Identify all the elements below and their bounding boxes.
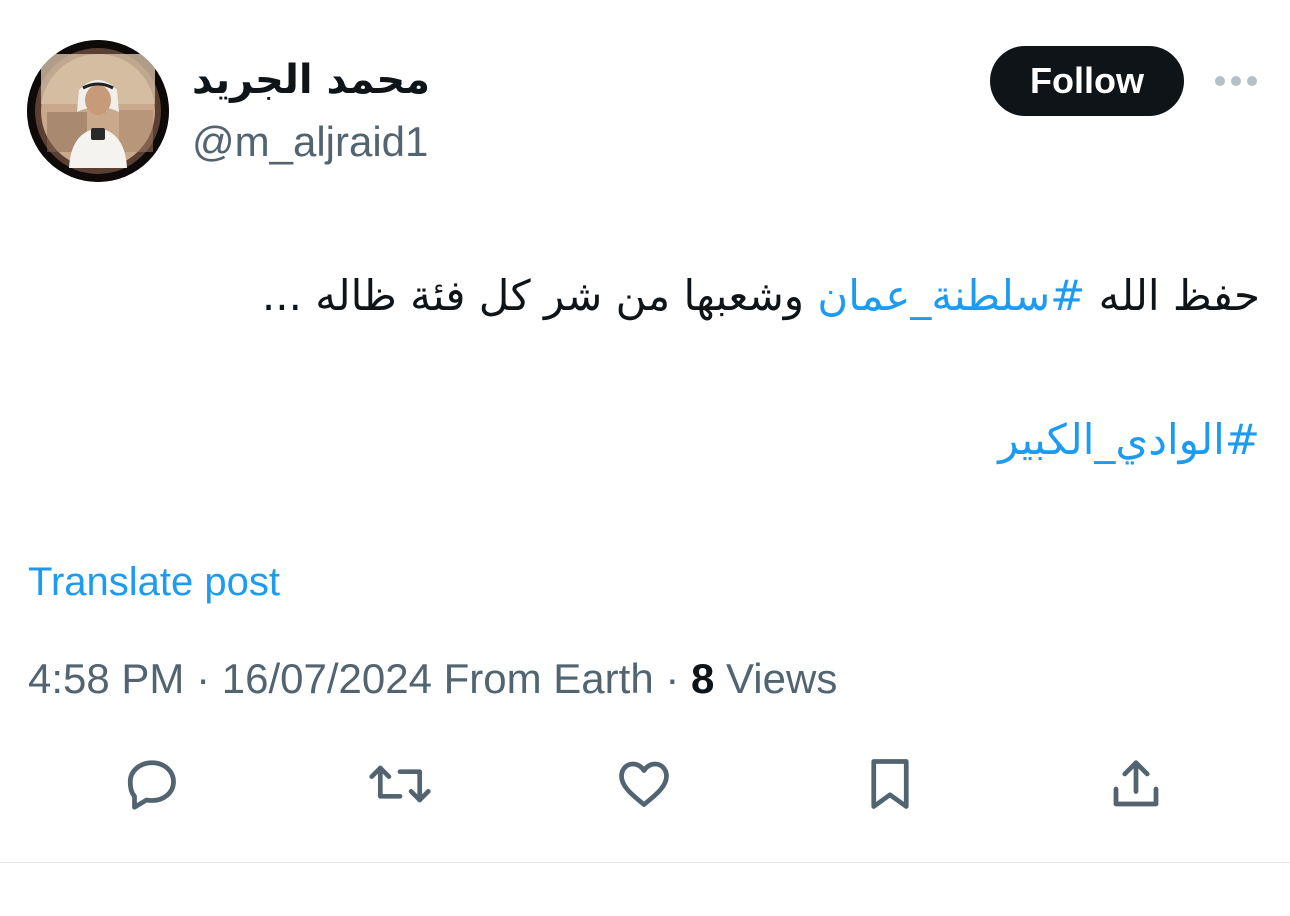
post-date[interactable]: 16/07/2024 xyxy=(222,655,432,702)
repost-icon[interactable] xyxy=(368,754,431,814)
like-icon[interactable] xyxy=(614,754,674,814)
share-icon[interactable] xyxy=(1106,754,1166,814)
post-text-segment: وشعبها من شر كل فئة ظاله ... xyxy=(261,271,818,320)
hashtag-link[interactable]: #سلطنة_عمان xyxy=(817,271,1085,320)
display-name[interactable]: محمد الجريد xyxy=(192,54,430,106)
follow-button[interactable]: Follow xyxy=(990,46,1184,116)
meta-separator: · xyxy=(653,655,692,702)
meta-separator: · xyxy=(184,655,222,702)
post-text-line-1: حفظ الله #سلطنة_عمان وشعبها من شر كل فئة… xyxy=(110,266,1260,326)
hashtag-link[interactable]: #الوادي_الكبير xyxy=(998,415,1260,464)
more-options-icon[interactable] xyxy=(1212,66,1260,96)
post-text-segment: حفظ الله xyxy=(1085,271,1260,320)
translate-post-link[interactable]: Translate post xyxy=(28,556,280,608)
post-source: From Earth xyxy=(431,655,654,702)
views-count: 8 xyxy=(691,655,715,702)
divider xyxy=(0,862,1290,863)
post-text-line-2: #الوادي_الكبير xyxy=(110,410,1260,470)
views-label: Views xyxy=(714,655,838,702)
bookmark-icon[interactable] xyxy=(860,754,920,814)
post-meta: 4:58 PM · 16/07/2024 From Earth · 8 View… xyxy=(28,652,837,706)
post-time[interactable]: 4:58 PM xyxy=(28,655,184,702)
avatar[interactable] xyxy=(27,40,169,182)
user-handle[interactable]: @m_aljraid1 xyxy=(192,116,428,168)
reply-icon[interactable] xyxy=(122,754,182,814)
